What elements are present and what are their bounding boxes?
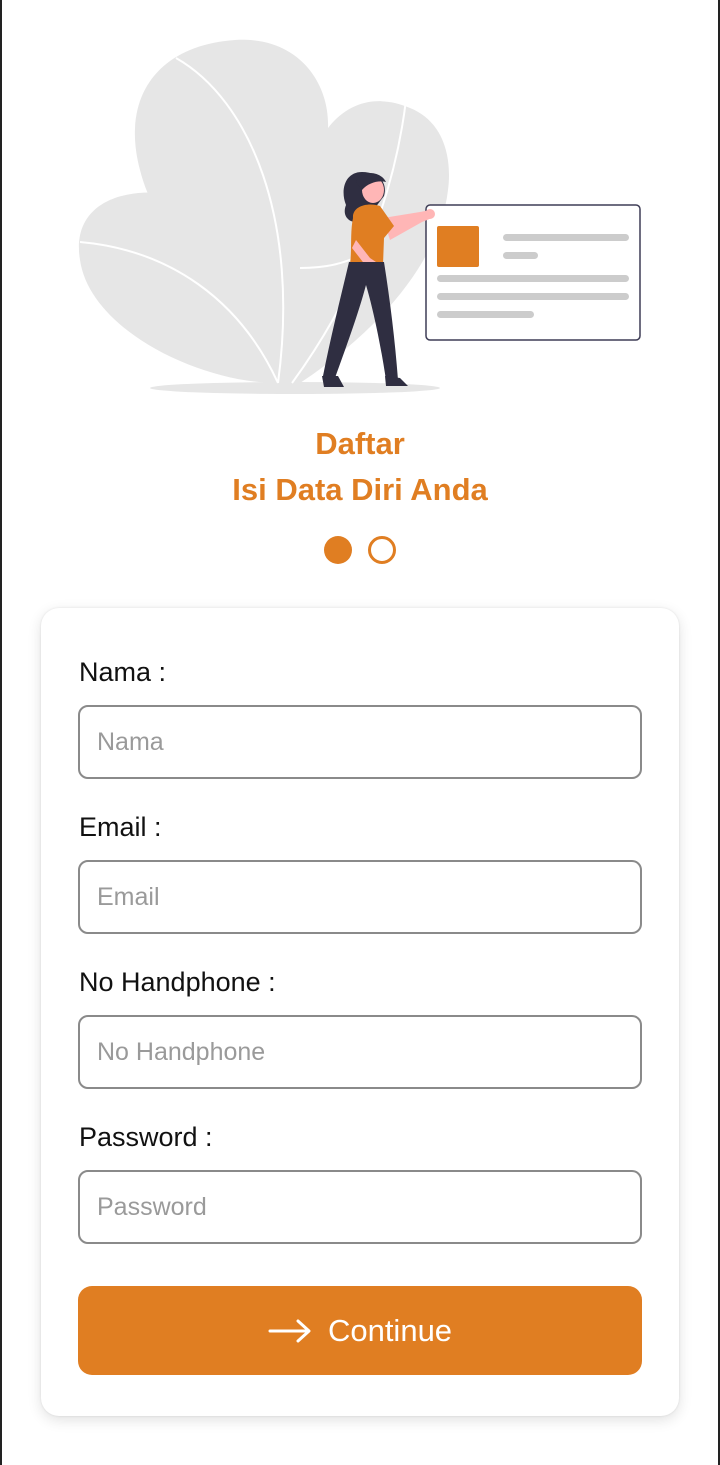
page-title: Daftar	[315, 426, 405, 461]
page-subtitle: Isi Data Diri Anda	[232, 472, 488, 507]
step-dot-2	[368, 536, 396, 564]
nama-label: Nama :	[79, 657, 167, 687]
info-card-image	[437, 226, 479, 267]
password-label: Password :	[79, 1122, 213, 1152]
arrow-right-icon	[268, 1319, 312, 1343]
nama-input[interactable]	[78, 705, 642, 779]
info-card	[425, 204, 641, 341]
registration-form-card: Nama : Email : No Handphone : Password :…	[41, 608, 679, 1416]
signup-illustration	[78, 39, 641, 394]
phone-label: No Handphone :	[79, 967, 276, 997]
phone-input[interactable]	[78, 1015, 642, 1089]
password-input[interactable]	[78, 1170, 642, 1244]
step-dot-1	[324, 536, 352, 564]
continue-button[interactable]: Continue	[78, 1286, 642, 1375]
step-indicator	[0, 536, 720, 564]
email-input[interactable]	[78, 860, 642, 934]
continue-label: Continue	[327, 1312, 453, 1348]
email-label: Email :	[79, 812, 162, 842]
